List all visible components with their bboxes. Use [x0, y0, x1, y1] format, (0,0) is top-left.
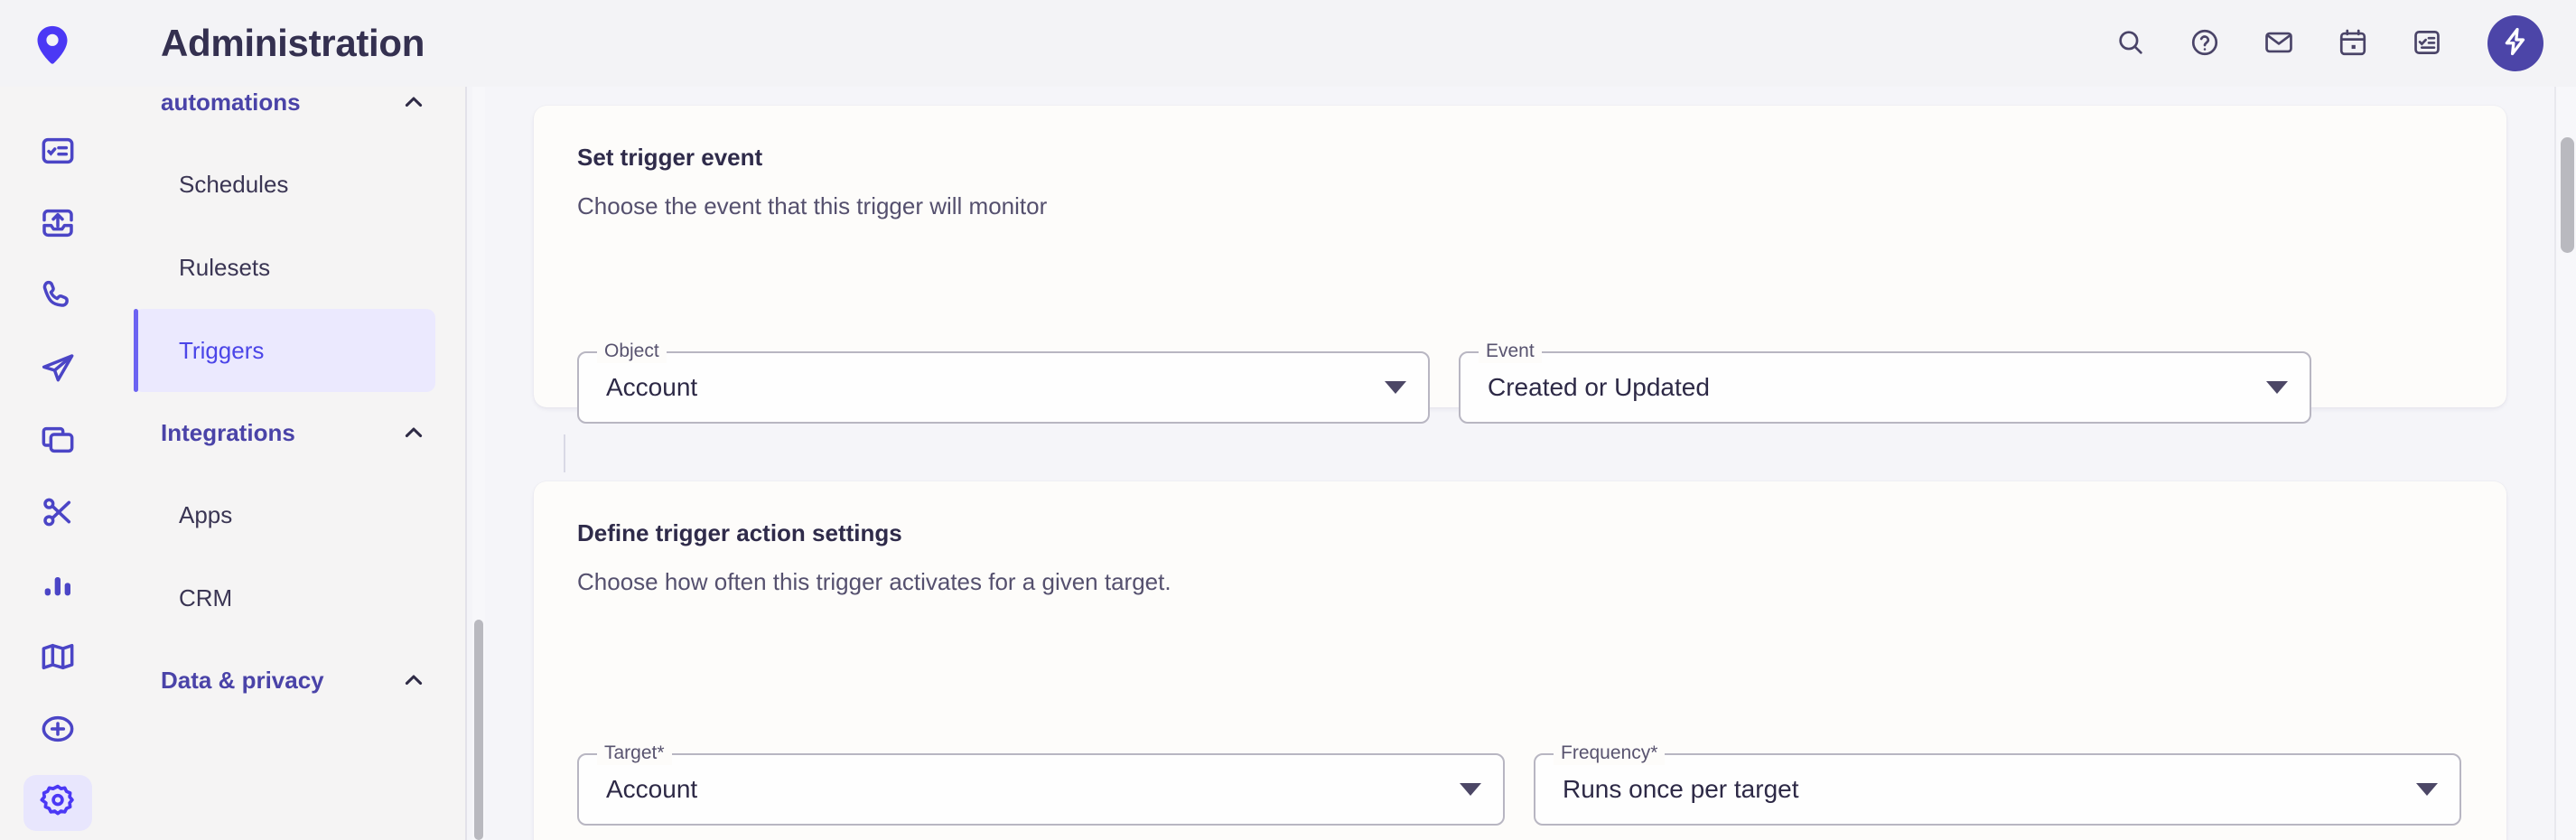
card-define-trigger-action-settings: Define trigger action settings Choose ho…: [534, 481, 2506, 840]
object-select-box[interactable]: [577, 351, 1430, 424]
rail-item-maps[interactable]: [23, 630, 92, 686]
chevron-down-icon[interactable]: [2416, 783, 2438, 796]
card-subtitle: Choose how often this trigger activates …: [577, 568, 1171, 595]
rounded-partial-icon: [40, 87, 76, 101]
rail-item-partial[interactable]: [23, 87, 92, 108]
sidebar-scrollbar[interactable]: [472, 87, 485, 840]
sidebar-item-triggers[interactable]: Triggers: [134, 309, 435, 392]
target-select-box[interactable]: [577, 753, 1505, 826]
card-title: Define trigger action settings: [577, 519, 902, 546]
sidebar-item-label: Rulesets: [179, 253, 271, 281]
map-icon: [40, 639, 76, 679]
sidebar-item-rulesets[interactable]: Rulesets: [134, 226, 435, 309]
sidebar-item-label: Apps: [179, 500, 233, 528]
sidebar-item-crm[interactable]: CRM: [134, 556, 435, 639]
main-content: Set trigger event Choose the event that …: [485, 87, 2576, 840]
rail-item-copies[interactable]: [23, 414, 92, 470]
sidebar-group-label-integrations: Integrations: [161, 418, 295, 446]
sidebar-nav: automations Schedules Rulesets Triggers …: [116, 87, 466, 840]
scissors-icon: [40, 494, 76, 535]
page-title: Administration: [161, 22, 425, 64]
upload-inbox-icon: [40, 205, 76, 246]
rail-item-forms[interactable]: [23, 125, 92, 181]
location-pin-logo[interactable]: [33, 24, 72, 66]
chevron-up-icon[interactable]: [401, 89, 426, 115]
card-subtitle: Choose the event that this trigger will …: [577, 192, 1048, 219]
app-header: Administration: [0, 0, 2576, 87]
sidebar-group-integrations[interactable]: Integrations: [116, 392, 466, 473]
bar-chart-icon: [40, 566, 76, 607]
rail-item-settings[interactable]: [23, 775, 92, 831]
sidebar-divider: [465, 87, 467, 840]
target-select-label: Target*: [597, 742, 672, 765]
frequency-select[interactable]: Frequency* Runs once per target: [1534, 742, 2461, 826]
sidebar-item-schedules[interactable]: Schedules: [134, 143, 435, 226]
rail-item-calls[interactable]: [23, 269, 92, 325]
mail-button[interactable]: [2256, 21, 2301, 66]
paper-plane-icon: [40, 350, 76, 390]
sidebar-group-data-privacy[interactable]: Data & privacy: [116, 639, 466, 721]
frequency-select-value: Runs once per target: [1563, 775, 1799, 803]
phone-icon: [40, 277, 76, 318]
tasks-button[interactable]: [2404, 21, 2450, 66]
sidebar-group-label-data-privacy: Data & privacy: [161, 666, 324, 694]
event-select-label: Event: [1479, 340, 1542, 363]
chevron-down-icon[interactable]: [1460, 783, 1481, 796]
rail-item-upload[interactable]: [23, 197, 92, 253]
card-title: Set trigger event: [577, 144, 763, 171]
object-select-label: Object: [597, 340, 667, 363]
event-select[interactable]: Event Created or Updated: [1459, 340, 2311, 424]
page-scrollbar-thumb[interactable]: [2561, 137, 2574, 253]
sidebar-group-automations[interactable]: automations: [116, 87, 466, 143]
help-button[interactable]: [2182, 21, 2227, 66]
rail-item-add[interactable]: [23, 703, 92, 759]
target-select-value: Account: [606, 775, 698, 803]
header-actions: [2108, 0, 2543, 87]
icon-rail: [0, 87, 116, 840]
sidebar-scrollbar-thumb[interactable]: [474, 620, 483, 840]
mail-icon: [2263, 27, 2294, 61]
sidebar-item-label: CRM: [179, 583, 233, 611]
plus-circle-icon: [40, 711, 76, 751]
chevron-up-icon[interactable]: [401, 420, 426, 445]
object-select-value: Account: [606, 373, 698, 401]
sidebar-item-apps[interactable]: Apps: [134, 473, 435, 556]
chevron-down-icon[interactable]: [1385, 381, 1406, 394]
target-select[interactable]: Target* Account: [577, 742, 1505, 826]
sidebar-item-label: Triggers: [179, 336, 265, 364]
step-connector: [564, 434, 565, 472]
copy-windows-icon: [40, 422, 76, 462]
sidebar-group-label-automations: automations: [161, 88, 301, 116]
frequency-select-label: Frequency*: [1554, 742, 1666, 765]
card-set-trigger-event: Set trigger event Choose the event that …: [534, 106, 2506, 424]
rail-item-snippets[interactable]: [23, 486, 92, 542]
rail-item-reports[interactable]: [23, 558, 92, 614]
sidebar-item-label: Schedules: [179, 170, 289, 198]
lightning-bolt-icon: [2500, 26, 2531, 61]
search-icon: [2115, 27, 2146, 61]
rail-item-send[interactable]: [23, 341, 92, 397]
event-select-value: Created or Updated: [1488, 373, 1710, 401]
calendar-button[interactable]: [2330, 21, 2375, 66]
gear-icon: [39, 782, 77, 825]
page-scrollbar[interactable]: [2554, 87, 2576, 840]
search-button[interactable]: [2108, 21, 2153, 66]
calendar-icon: [2338, 27, 2368, 61]
form-card-icon: [40, 133, 76, 173]
object-select[interactable]: Object Account: [577, 340, 1430, 424]
chevron-up-icon[interactable]: [401, 667, 426, 693]
quick-actions-button[interactable]: [2487, 15, 2543, 71]
tasks-icon: [2412, 27, 2442, 61]
help-icon: [2189, 27, 2220, 61]
chevron-down-icon[interactable]: [2266, 381, 2288, 394]
